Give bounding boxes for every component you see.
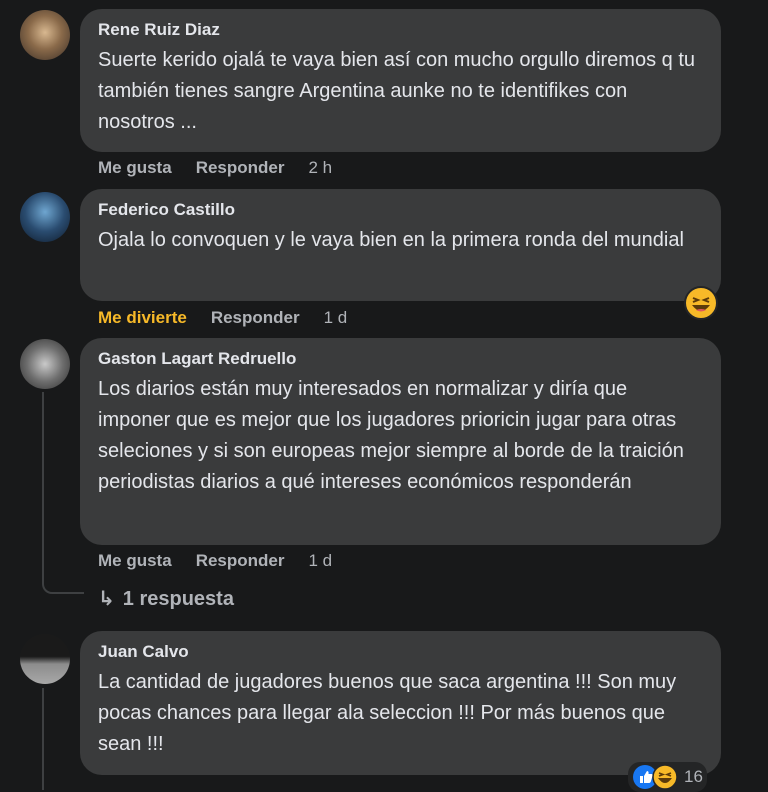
avatar[interactable]: [20, 10, 70, 60]
avatar[interactable]: [20, 339, 70, 389]
avatar[interactable]: [20, 634, 70, 684]
comment-actions: Me divierte Responder 1 d: [98, 308, 347, 328]
comment-timestamp[interactable]: 2 h: [308, 158, 332, 178]
comment-author[interactable]: Rene Ruiz Diaz: [98, 19, 703, 41]
reaction-summary[interactable]: 16: [628, 762, 707, 792]
reply-button[interactable]: Responder: [211, 308, 300, 328]
view-replies-label: 1 respuesta: [122, 588, 234, 610]
haha-emoji-icon[interactable]: [684, 286, 718, 320]
like-button[interactable]: Me gusta: [98, 551, 172, 571]
comment-bubble: Federico Castillo Ojala lo convoquen y l…: [80, 189, 721, 301]
reply-arrow-icon: ↳: [98, 588, 115, 610]
thread-line: [42, 392, 84, 594]
comment-timestamp[interactable]: 1 d: [324, 308, 348, 328]
comment-text: La cantidad de jugadores buenos que saca…: [98, 671, 677, 755]
reaction-button[interactable]: Me divierte: [98, 308, 187, 328]
avatar[interactable]: [20, 192, 70, 242]
comment-actions: Me gusta Responder 2 h: [98, 158, 332, 178]
reply-button[interactable]: Responder: [196, 551, 285, 571]
haha-emoji-icon: [652, 764, 678, 790]
comment-author[interactable]: Federico Castillo: [98, 199, 703, 221]
comment-bubble: Juan Calvo La cantidad de jugadores buen…: [80, 631, 721, 775]
comment-timestamp[interactable]: 1 d: [308, 551, 332, 571]
comment-bubble: Rene Ruiz Diaz Suerte kerido ojalá te va…: [80, 9, 721, 152]
view-replies-link[interactable]: ↳ 1 respuesta: [98, 586, 234, 611]
thread-line: [42, 688, 44, 790]
reaction-count: 16: [684, 767, 703, 786]
comment-text: Suerte kerido ojalá te vaya bien así con…: [98, 49, 696, 133]
comment-text: Los diarios están muy interesados en nor…: [98, 378, 684, 493]
comment-actions: Me gusta Responder 1 d: [98, 551, 332, 571]
comment-bubble: Gaston Lagart Redruello Los diarios está…: [80, 338, 721, 545]
comment-text: Ojala lo convoquen y le vaya bien en la …: [98, 229, 684, 251]
comment-author[interactable]: Gaston Lagart Redruello: [98, 348, 703, 370]
reply-button[interactable]: Responder: [196, 158, 285, 178]
comment-author[interactable]: Juan Calvo: [98, 641, 703, 663]
like-button[interactable]: Me gusta: [98, 158, 172, 178]
